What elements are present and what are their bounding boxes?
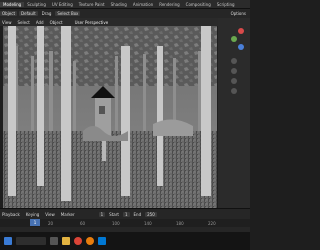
windows-taskbar — [0, 232, 250, 250]
task-view-icon[interactable] — [50, 237, 58, 245]
end-frame-field[interactable]: 250 — [145, 211, 157, 217]
add-menu[interactable]: Add — [34, 20, 46, 25]
end-label: End — [133, 211, 142, 217]
viewport-header: View Select Add Object User Perspective — [0, 18, 250, 26]
workspace-tab[interactable]: Scripting — [214, 2, 238, 7]
tick-label: 220 — [208, 220, 216, 226]
workspace-tab[interactable]: UV Editing — [49, 2, 76, 7]
3d-viewport[interactable] — [3, 26, 217, 208]
forest-scene — [3, 26, 217, 208]
z-axis-gizmo[interactable] — [238, 44, 244, 50]
blender-icon[interactable] — [86, 237, 94, 245]
tick-label: 60 — [80, 220, 86, 226]
camera-icon[interactable] — [231, 78, 237, 84]
workspace-tab[interactable]: Compositing — [183, 2, 214, 7]
timeline-view-menu[interactable]: View — [43, 212, 57, 217]
select-mode-dropdown[interactable]: Select Box — [55, 11, 81, 16]
workspace-tabs: Modeling Sculpting UV Editing Texture Pa… — [0, 0, 250, 9]
timeline-header: Playback Keying View Marker 1 Start 1 En… — [0, 210, 250, 218]
workspace-tab[interactable]: Sculpting — [24, 2, 49, 7]
navigation-sidebar — [218, 18, 250, 208]
options-dropdown[interactable]: Options — [229, 11, 248, 16]
workspace-tab[interactable]: Shading — [108, 2, 130, 7]
playhead[interactable]: 1 — [30, 219, 40, 226]
workspace-tab[interactable]: Animation — [130, 2, 156, 7]
x-axis-gizmo[interactable] — [238, 28, 244, 34]
marker-menu[interactable]: Marker — [59, 212, 77, 217]
tick-label: 20 — [48, 220, 54, 226]
workspace-tab[interactable]: Texture Paint — [76, 2, 108, 7]
tick-label: 100 — [112, 220, 120, 226]
zoom-icon[interactable] — [231, 58, 237, 64]
start-label: Start — [109, 211, 119, 217]
object-menu[interactable]: Object — [48, 20, 65, 25]
orientation-dropdown[interactable]: Default — [19, 11, 38, 16]
timeline-ruler[interactable]: 1 20 60 100 140 180 220 — [0, 219, 250, 227]
mode-dropdown[interactable]: Object — [0, 11, 18, 16]
workspace-tab[interactable]: Rendering — [156, 2, 182, 7]
keying-menu[interactable]: Keying — [24, 212, 41, 217]
grid-icon[interactable] — [231, 88, 237, 94]
view-menu[interactable]: View — [0, 20, 14, 25]
tick-label: 180 — [176, 220, 184, 226]
store-icon[interactable] — [98, 237, 106, 245]
viewport-view-label: User Perspective — [74, 19, 109, 25]
file-explorer-icon[interactable] — [62, 237, 70, 245]
search-icon[interactable] — [16, 237, 46, 245]
tick-label: 140 — [144, 220, 152, 226]
start-frame-field[interactable]: 1 — [122, 211, 130, 217]
tool-settings-bar: Object Default Drag Select Box Options — [0, 9, 250, 18]
chrome-icon[interactable] — [74, 237, 82, 245]
timeline-panel: Playback Keying View Marker 1 Start 1 En… — [0, 208, 250, 233]
pan-icon[interactable] — [231, 68, 237, 74]
playback-menu[interactable]: Playback — [0, 212, 22, 217]
windows-icon[interactable] — [4, 237, 12, 245]
current-frame-field[interactable]: 1 — [98, 211, 106, 217]
drag-label[interactable]: Drag — [40, 11, 54, 16]
workspace-tab[interactable]: Modeling — [0, 1, 25, 7]
y-axis-gizmo[interactable] — [231, 36, 237, 42]
select-menu[interactable]: Select — [16, 20, 32, 25]
